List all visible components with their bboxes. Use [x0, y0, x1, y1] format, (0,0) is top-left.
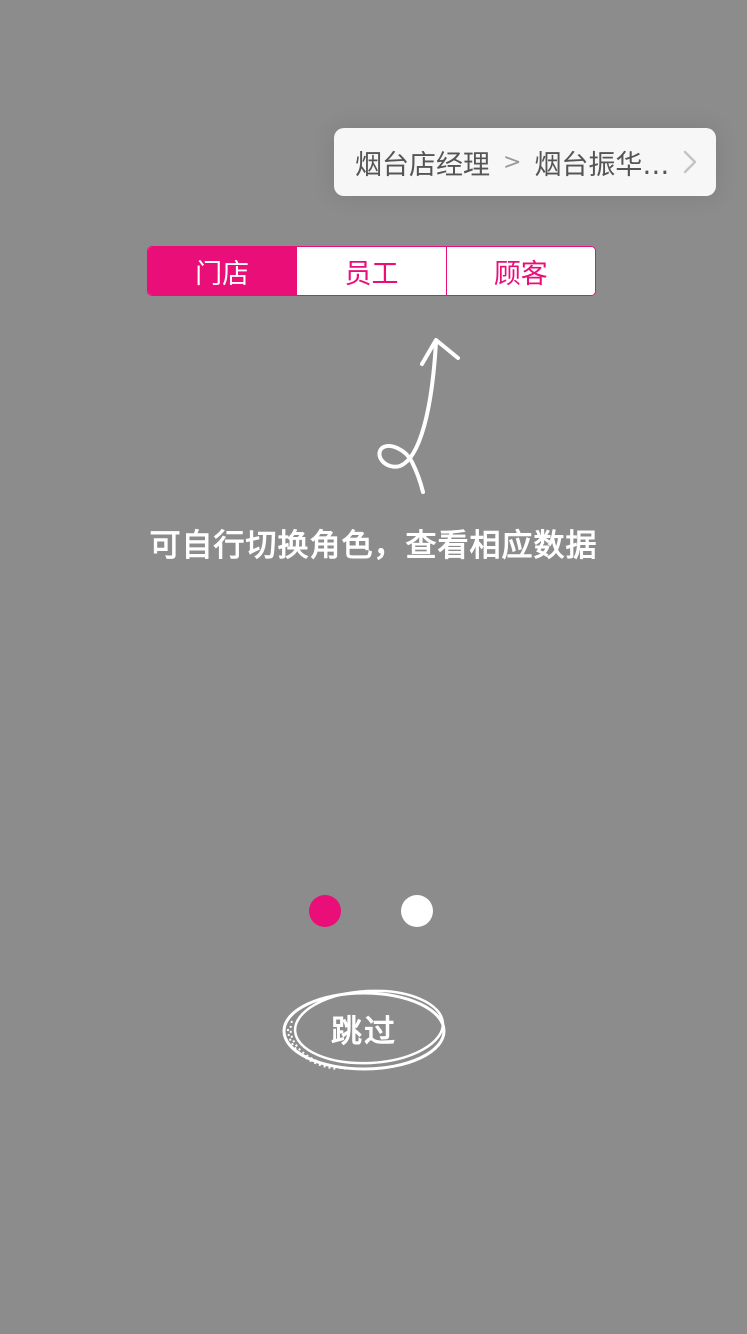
role-tabs: 门店 员工 顾客	[147, 246, 596, 296]
tab-store[interactable]: 门店	[148, 247, 297, 295]
hint-text: 可自行切换角色，查看相应数据	[149, 528, 598, 564]
page-dot-inactive	[401, 895, 433, 927]
skip-button[interactable]: 跳过	[278, 985, 450, 1075]
role-breadcrumb[interactable]: 烟台店经理 > 烟台振华…	[334, 128, 716, 196]
breadcrumb-role: 烟台店经理	[355, 149, 490, 181]
tab-staff[interactable]: 员工	[296, 247, 446, 295]
page-dot-active	[309, 895, 341, 927]
skip-label: 跳过	[331, 1013, 397, 1050]
chevron-right-icon	[683, 150, 697, 174]
breadcrumb-store: 烟台振华…	[534, 149, 670, 181]
tab-customer[interactable]: 顾客	[445, 247, 595, 295]
breadcrumb-separator: >	[503, 149, 522, 175]
curly-arrow-up-icon	[377, 338, 460, 494]
